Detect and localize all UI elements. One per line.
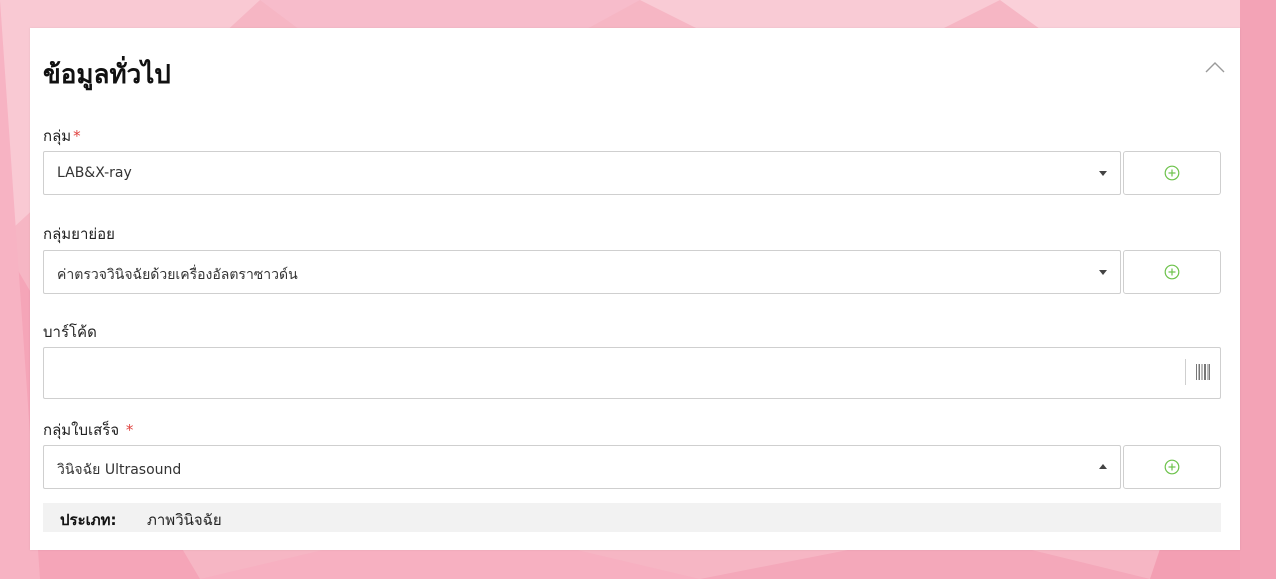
required-mark: * — [73, 127, 81, 145]
group-select[interactable]: LAB&X-ray — [43, 151, 1121, 195]
plus-circle-icon — [1164, 165, 1180, 181]
type-info-value: ภาพวินิจฉัย — [147, 511, 222, 529]
subgroup-select-value: ค่าตรวจวินิจฉัยด้วยเครื่องอัลตราซาวด์น — [57, 267, 298, 283]
group-select-value: LAB&X-ray — [57, 165, 132, 181]
barcode-input[interactable] — [43, 347, 1221, 399]
plus-circle-icon — [1164, 459, 1180, 475]
subgroup-select[interactable]: ค่าตรวจวินิจฉัยด้วยเครื่องอัลตราซาวด์น — [43, 250, 1121, 294]
receipt-group-label-text: กลุ่มใบเสร็จ — [43, 421, 120, 439]
group-label-text: กลุ่ม — [43, 127, 72, 145]
section-title: ข้อมูลทั่วไป — [43, 60, 171, 90]
caret-down-icon — [1099, 171, 1107, 176]
receipt-group-label: กลุ่มใบเสร็จ * — [43, 418, 133, 442]
caret-up-icon — [1099, 464, 1107, 469]
group-label: กลุ่ม * — [43, 124, 81, 148]
add-receipt-group-button[interactable] — [1123, 445, 1221, 489]
type-info-bar: ประเภท: ภาพวินิจฉัย — [43, 503, 1221, 532]
subgroup-label: กลุ่มยาย่อย — [43, 222, 115, 246]
add-group-button[interactable] — [1123, 151, 1221, 195]
plus-circle-icon — [1164, 264, 1180, 280]
barcode-label: บาร์โค้ด — [43, 320, 97, 344]
divider — [1185, 359, 1186, 385]
receipt-group-select-value: วินิจฉัย Ultrasound — [57, 462, 182, 478]
type-info-key: ประเภท: — [60, 511, 117, 529]
receipt-group-select[interactable]: วินิจฉัย Ultrasound — [43, 445, 1121, 489]
subgroup-label-text: กลุ่มยาย่อย — [43, 225, 115, 243]
required-mark: * — [125, 421, 134, 439]
caret-down-icon — [1099, 270, 1107, 275]
chevron-up-icon[interactable] — [1205, 59, 1225, 73]
add-subgroup-button[interactable] — [1123, 250, 1221, 294]
general-info-panel: ข้อมูลทั่วไป กลุ่ม * LAB&X-ray กลุ่มยาย่อ… — [30, 28, 1240, 550]
barcode-icon[interactable] — [1196, 364, 1210, 380]
barcode-label-text: บาร์โค้ด — [43, 323, 97, 341]
